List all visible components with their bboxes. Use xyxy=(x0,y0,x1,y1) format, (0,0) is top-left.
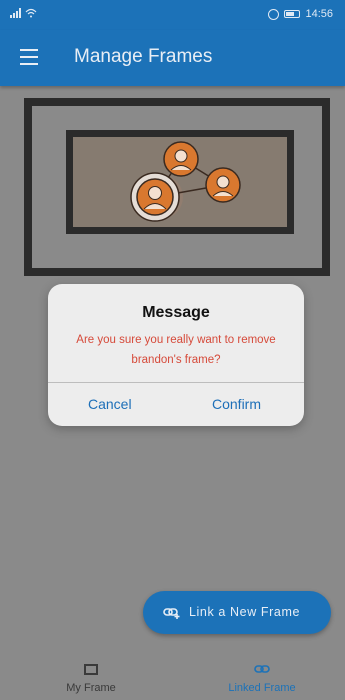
status-right: 14:56 xyxy=(268,8,333,20)
link-add-icon xyxy=(163,608,180,619)
signal-icon xyxy=(10,8,21,18)
status-time: 14:56 xyxy=(305,8,333,20)
nav-label-my-frame: My Frame xyxy=(66,682,116,694)
nav-item-my-frame[interactable]: My Frame xyxy=(46,660,136,694)
link-new-frame-button[interactable]: Link a New Frame xyxy=(143,591,331,634)
photo-border xyxy=(66,130,294,234)
page-title: Manage Frames xyxy=(74,46,213,67)
nav-label-linked-frame: Linked Frame xyxy=(228,682,296,694)
person-icon xyxy=(163,141,199,177)
battery-icon xyxy=(284,10,301,18)
alarm-icon xyxy=(268,8,280,20)
frame-mat xyxy=(32,106,322,268)
confirm-dialog: Message Are you sure you really want to … xyxy=(48,284,304,426)
link-icon xyxy=(254,665,270,673)
cancel-button[interactable]: Cancel xyxy=(88,396,132,412)
frame-illustration xyxy=(24,98,330,276)
dialog-message: Are you sure you really want to remove b… xyxy=(76,334,276,366)
status-bar: 14:56 xyxy=(0,0,345,30)
person-icon xyxy=(130,172,180,222)
link-new-frame-label: Link a New Frame xyxy=(189,605,301,619)
menu-icon[interactable] xyxy=(20,49,38,65)
bottom-nav: My Frame Linked Frame xyxy=(0,652,345,700)
wifi-icon xyxy=(25,8,37,18)
person-icon xyxy=(205,167,241,203)
app-bar: Manage Frames xyxy=(0,30,345,86)
dialog-title: Message xyxy=(142,304,210,321)
dialog-divider xyxy=(48,382,304,383)
photo xyxy=(73,137,287,227)
frame-icon xyxy=(84,663,98,675)
confirm-button[interactable]: Confirm xyxy=(212,396,261,412)
people-network-graphic xyxy=(130,141,241,222)
status-left xyxy=(10,8,37,18)
nav-item-linked-frame[interactable]: Linked Frame xyxy=(217,660,307,694)
